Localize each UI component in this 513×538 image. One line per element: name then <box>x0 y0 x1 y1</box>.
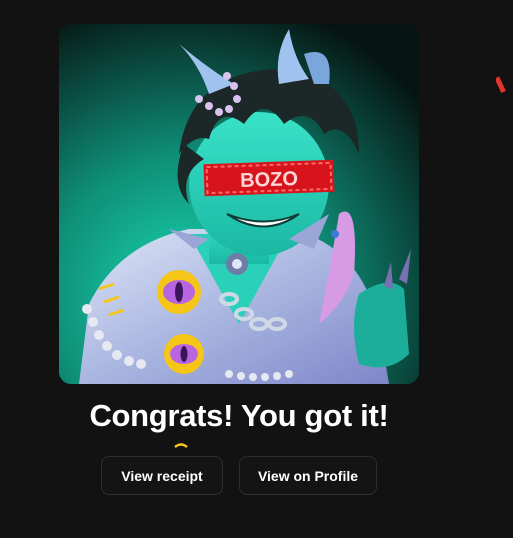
confetti-piece-red <box>496 76 506 94</box>
nft-artwork-image: BOZO <box>59 24 419 384</box>
view-receipt-button[interactable]: View receipt <box>101 456 223 495</box>
eye-charm-icon <box>157 270 201 314</box>
confetti-piece-yellow <box>174 443 188 448</box>
mint-success-screen: BOZO Congrats! You got it! View receipt … <box>0 0 513 538</box>
view-on-profile-button[interactable]: View on Profile <box>239 456 377 495</box>
bozo-badge-text: BOZO <box>240 168 299 192</box>
success-title: Congrats! You got it! <box>89 398 389 433</box>
